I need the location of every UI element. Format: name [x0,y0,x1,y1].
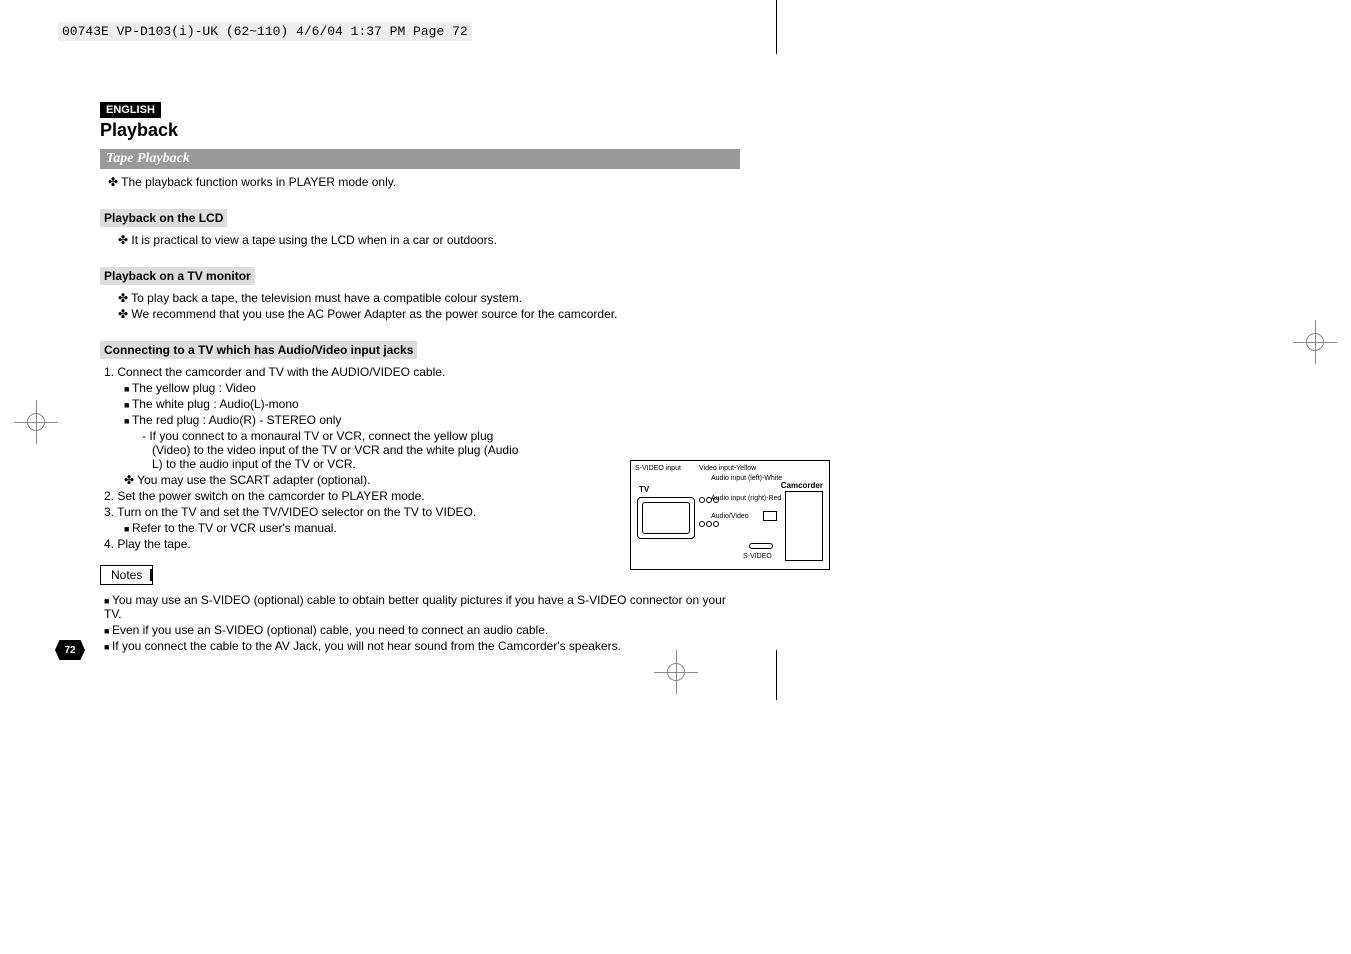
language-badge: ENGLISH [100,102,161,118]
notes-header: Notes [100,565,153,585]
tape-playback-note: ✤ The playback function works in PLAYER … [108,175,740,189]
label-tv: TV [639,485,649,494]
step-1-white: The white plug : Audio(L)-mono [124,397,524,411]
page-title: Playback [100,120,740,141]
connector-icon [763,511,777,521]
tv-note-2: ✤ We recommend that you use the AC Power… [118,307,740,321]
fold-mark-top [776,0,777,54]
registration-mark-left [24,410,48,434]
connection-diagram: S-VIDEO input Video input-Yellow Audio i… [630,460,830,570]
section-connecting-tv: Connecting to a TV which has Audio/Video… [100,341,417,359]
section-playback-tv: Playback on a TV monitor [100,267,255,285]
label-svideo: S-VIDEO [743,553,772,560]
step-2: 2. Set the power switch on the camcorder… [104,489,524,503]
step-3: 3. Turn on the TV and set the TV/VIDEO s… [104,505,524,519]
page-content: ENGLISH Playback Tape Playback ✤ The pla… [100,100,740,655]
step-1-scart: ✤ You may use the SCART adapter (optiona… [124,473,524,487]
tv-note-1: ✤ To play back a tape, the television mu… [118,291,740,305]
section-tape-playback: Tape Playback [100,149,740,169]
tv-icon [637,497,695,539]
registration-mark-right [1303,330,1327,354]
svideo-cable-icon [749,543,773,549]
note-2: Even if you use an S-VIDEO (optional) ca… [104,623,740,637]
camcorder-icon [785,491,823,561]
step-1-red: The red plug : Audio(R) - STEREO only [124,413,524,427]
step-1-yellow: The yellow plug : Video [124,381,524,395]
label-svideo-input: S-VIDEO input [635,465,681,472]
lcd-note: ✤ It is practical to view a tape using t… [118,233,740,247]
section-playback-lcd: Playback on the LCD [100,209,227,227]
note-1: You may use an S-VIDEO (optional) cable … [104,593,740,621]
page-number: 72 [55,640,85,660]
file-header: 00743E VP-D103(i)-UK (62~110) 4/6/04 1:3… [58,22,472,41]
step-1: 1. Connect the camcorder and TV with the… [104,365,524,379]
label-camcorder: Camcorder [781,481,823,490]
label-audio-left: Audio input (left)-White [711,475,782,482]
note-3: If you connect the cable to the AV Jack,… [104,639,740,653]
fold-mark-bottom [776,650,777,700]
step-3-refer: Refer to the TV or VCR user's manual. [124,521,524,535]
plugs-icon [699,497,723,537]
step-4: 4. Play the tape. [104,537,524,551]
label-video-input: Video input-Yellow [699,465,756,472]
step-1-monaural: - If you connect to a monaural TV or VCR… [142,429,524,471]
registration-mark-bottom [664,660,688,684]
